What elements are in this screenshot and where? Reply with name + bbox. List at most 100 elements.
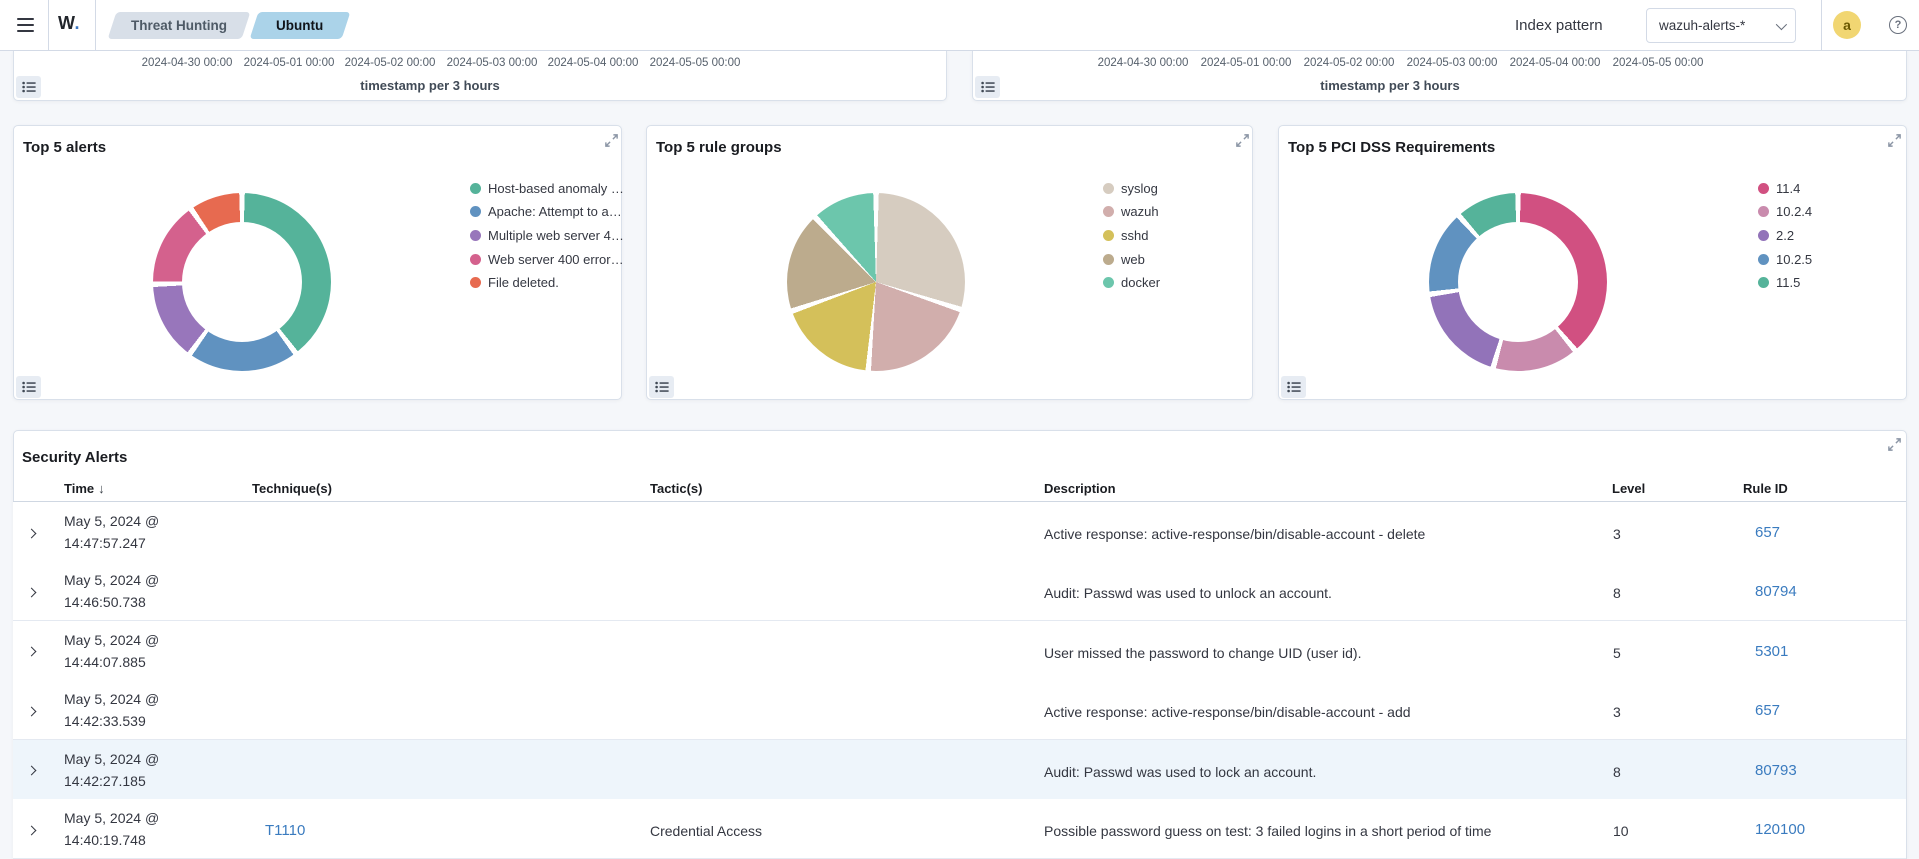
legend-item[interactable]: Host-based anomaly … [470, 178, 624, 198]
expand-row-icon[interactable] [22, 821, 40, 839]
legend-label: 11.5 [1776, 275, 1800, 290]
legend-dot-icon [1103, 230, 1114, 241]
column-header-rule-id: Rule ID [1743, 481, 1788, 496]
chevron-down-icon [1776, 19, 1787, 30]
cell-level: 3 [1613, 704, 1621, 720]
cell-time: 14:46:50.738 [64, 594, 146, 610]
panel-title: Top 5 rule groups [656, 139, 782, 156]
legend-toggle-icon[interactable] [16, 76, 41, 98]
chevron-right-icon [26, 528, 36, 538]
index-pattern-select[interactable]: wazuh-alerts-* [1646, 8, 1796, 43]
x-axis-tick: 2024-04-30 00:00 [1098, 57, 1189, 69]
legend-label: Multiple web server 4… [488, 228, 624, 243]
rule-id-link[interactable]: 657 [1755, 524, 1780, 541]
column-header-tactic: Tactic(s) [650, 481, 703, 496]
legend-item[interactable]: 2.2 [1758, 225, 1794, 245]
table-row: May 5, 2024 @14:46:50.738Audit: Passwd w… [13, 561, 1906, 621]
legend-item[interactable]: 10.2.4 [1758, 202, 1812, 222]
column-header-level: Level [1612, 481, 1645, 496]
column-header-time[interactable]: Time↓ [64, 481, 105, 496]
expand-row-icon[interactable] [22, 702, 40, 720]
legend-dot-icon [470, 183, 481, 194]
expand-row-icon[interactable] [22, 643, 40, 661]
help-icon[interactable]: ? [1889, 16, 1907, 34]
expand-panel-icon[interactable] [1885, 437, 1903, 455]
chevron-right-icon [26, 587, 36, 597]
legend-item[interactable]: sshd [1103, 225, 1148, 245]
x-axis-tick: 2024-04-30 00:00 [142, 57, 233, 69]
expand-row-icon[interactable] [22, 524, 40, 542]
cell-time: May 5, 2024 @ [64, 572, 159, 588]
legend-label: Web server 400 error… [488, 252, 624, 267]
chevron-right-icon [26, 706, 36, 716]
legend-item[interactable]: docker [1103, 273, 1160, 293]
pie-chart[interactable] [787, 193, 965, 371]
cell-description: Possible password guess on test: 3 faile… [1044, 823, 1491, 839]
rule-id-link[interactable]: 120100 [1755, 821, 1805, 838]
breadcrumb-ubuntu[interactable]: Ubuntu [250, 12, 351, 39]
cell-time: 14:42:33.539 [64, 713, 146, 729]
cell-time: May 5, 2024 @ [64, 751, 159, 767]
expand-panel-icon[interactable] [1885, 133, 1903, 151]
legend-label: 2.2 [1776, 228, 1794, 243]
x-axis-tick: 2024-05-04 00:00 [1510, 57, 1601, 69]
legend-item[interactable]: 11.5 [1758, 273, 1800, 293]
rule-id-link[interactable]: 80793 [1755, 762, 1797, 779]
table-row: May 5, 2024 @14:40:19.748T1110Credential… [13, 799, 1906, 859]
legend-label: 10.2.4 [1776, 204, 1812, 219]
donut-chart[interactable] [153, 193, 331, 371]
sort-desc-icon: ↓ [98, 481, 105, 496]
expand-panel-icon[interactable] [602, 133, 620, 151]
table-header-row: Time↓ Technique(s) Tactic(s) Description… [13, 475, 1906, 502]
legend-item[interactable]: 11.4 [1758, 178, 1800, 198]
x-axis-tick: 2024-05-03 00:00 [447, 57, 538, 69]
legend-item[interactable]: Apache: Attempt to a… [470, 202, 622, 222]
legend-dot-icon [1103, 206, 1114, 217]
menu-icon[interactable] [13, 13, 37, 37]
legend-label: sshd [1121, 228, 1148, 243]
top-nav-bar: W. Threat Hunting Ubuntu Index pattern w… [0, 0, 1919, 51]
legend-dot-icon [1758, 183, 1769, 194]
legend-item[interactable]: Web server 400 error… [470, 249, 624, 269]
legend-item[interactable]: wazuh [1103, 202, 1159, 222]
breadcrumb-threat-hunting[interactable]: Threat Hunting [108, 12, 251, 39]
panel-title: Top 5 PCI DSS Requirements [1288, 139, 1495, 156]
legend-label: Apache: Attempt to a… [488, 204, 622, 219]
x-axis-tick: 2024-05-01 00:00 [244, 57, 335, 69]
cell-description: User missed the password to change UID (… [1044, 645, 1361, 661]
legend-item[interactable]: 10.2.5 [1758, 249, 1812, 269]
legend-toggle-icon[interactable] [975, 76, 1000, 98]
x-axis-tick: 2024-05-05 00:00 [1613, 57, 1704, 69]
legend-label: Host-based anomaly … [488, 181, 624, 196]
legend-label: docker [1121, 275, 1160, 290]
legend-toggle-icon[interactable] [649, 376, 674, 398]
rule-id-link[interactable]: 80794 [1755, 583, 1797, 600]
expand-panel-icon[interactable] [1233, 133, 1251, 151]
legend-toggle-icon[interactable] [1281, 376, 1306, 398]
donut-chart[interactable] [1429, 193, 1607, 371]
cell-time: 14:44:07.885 [64, 654, 146, 670]
avatar[interactable]: a [1833, 11, 1861, 39]
cell-time: May 5, 2024 @ [64, 513, 159, 529]
wazuh-logo[interactable]: W. [58, 13, 80, 34]
legend-item[interactable]: web [1103, 249, 1145, 269]
legend-label: 11.4 [1776, 181, 1800, 196]
legend-item[interactable]: syslog [1103, 178, 1158, 198]
x-axis-title: timestamp per 3 hours [360, 78, 499, 93]
expand-row-icon[interactable] [22, 762, 40, 780]
technique-link[interactable]: T1110 [265, 822, 305, 839]
table-row: May 5, 2024 @14:42:33.539Active response… [13, 680, 1906, 740]
rule-id-link[interactable]: 657 [1755, 702, 1780, 719]
cell-time: 14:40:19.748 [64, 832, 146, 848]
rule-id-link[interactable]: 5301 [1755, 643, 1788, 660]
expand-row-icon[interactable] [22, 583, 40, 601]
column-header-description: Description [1044, 481, 1116, 496]
legend-label: File deleted. [488, 275, 559, 290]
cell-level: 8 [1613, 585, 1621, 601]
legend-toggle-icon[interactable] [16, 376, 41, 398]
table-row: May 5, 2024 @14:42:27.185Audit: Passwd w… [13, 740, 1906, 800]
legend-dot-icon [1103, 277, 1114, 288]
cell-description: Active response: active-response/bin/dis… [1044, 526, 1425, 542]
legend-item[interactable]: File deleted. [470, 273, 559, 293]
legend-item[interactable]: Multiple web server 4… [470, 225, 624, 245]
